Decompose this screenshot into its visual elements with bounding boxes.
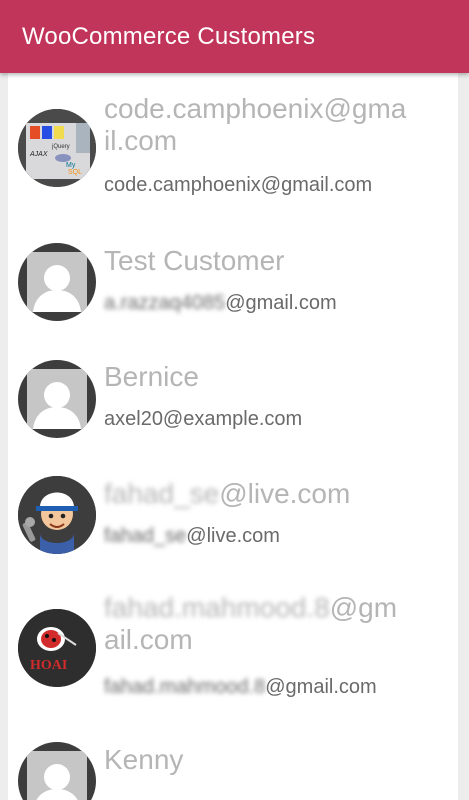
customer-item[interactable]: Kenny bbox=[8, 742, 458, 800]
customer-list[interactable]: jQuery AJAX My SQL code.camphoenix@gma i… bbox=[8, 73, 458, 800]
customer-email: axel20@example.com bbox=[104, 408, 303, 430]
default-avatar bbox=[18, 742, 96, 800]
svg-text:My: My bbox=[66, 162, 76, 169]
cartoon-mechanic-avatar bbox=[18, 476, 96, 554]
svg-text:AJAX: AJAX bbox=[29, 151, 48, 158]
customer-name: fahad.mahmood.8@gm ail.com bbox=[104, 592, 444, 656]
ladybug-logo-avatar: HOAI bbox=[18, 609, 96, 687]
svg-text:HOAI: HOAI bbox=[30, 658, 67, 673]
customer-email: fahad.mahmood.8@gmail.com bbox=[104, 675, 449, 699]
customer-email: a.razzaq4085@gmail.com bbox=[104, 291, 449, 315]
customer-name-line: ail.com bbox=[104, 624, 193, 655]
name-domain: @live.com bbox=[219, 478, 351, 509]
name-domain: @gm bbox=[329, 592, 398, 623]
app-bar: WooCommerce Customers bbox=[0, 0, 469, 73]
svg-text:jQuery: jQuery bbox=[51, 144, 70, 150]
customer-item[interactable]: Test Customer a.razzaq4085@gmail.com bbox=[8, 243, 458, 333]
customer-name: Bernice bbox=[104, 361, 199, 392]
customer-name-line: il.com bbox=[104, 125, 178, 156]
redacted-name-part: fahad_se bbox=[104, 478, 220, 509]
customer-name: Test Customer bbox=[104, 245, 285, 276]
default-avatar bbox=[18, 360, 96, 438]
email-domain: @gmail.com bbox=[265, 676, 377, 698]
customer-name: code.camphoenix@gma il.com bbox=[104, 93, 444, 157]
customer-name: Kenny bbox=[104, 744, 184, 775]
email-domain: @gmail.com bbox=[225, 292, 337, 314]
redacted-name-part: fahad.mahmood.8 bbox=[104, 592, 330, 623]
customer-item[interactable]: Bernice axel20@example.com bbox=[8, 360, 458, 450]
customer-item[interactable]: fahad_se@live.com fahad_se@live.com bbox=[8, 476, 458, 566]
customer-name: fahad_se@live.com bbox=[104, 478, 444, 510]
customer-name-line: code.camphoenix@gma bbox=[104, 93, 407, 124]
svg-text:SQL: SQL bbox=[68, 169, 82, 176]
customer-item[interactable]: HOAI fahad.mahmood.8@gm ail.com fahad.ma… bbox=[8, 592, 458, 707]
customer-email: code.camphoenix@gmail.com bbox=[104, 174, 373, 196]
page-title: WooCommerce Customers bbox=[22, 23, 316, 50]
redacted-email-part: a.razzaq4085 bbox=[104, 292, 226, 314]
customer-name-line: fahad.mahmood.8@gm bbox=[104, 592, 444, 624]
customer-email: fahad_se@live.com bbox=[104, 524, 449, 548]
email-domain: @live.com bbox=[186, 525, 280, 547]
tech-logos-avatar: jQuery AJAX My SQL bbox=[18, 109, 96, 187]
redacted-email-part: fahad_se bbox=[104, 525, 187, 547]
default-avatar bbox=[18, 243, 96, 321]
redacted-email-part: fahad.mahmood.8 bbox=[104, 676, 266, 698]
customer-item[interactable]: jQuery AJAX My SQL code.camphoenix@gma i… bbox=[8, 93, 458, 208]
